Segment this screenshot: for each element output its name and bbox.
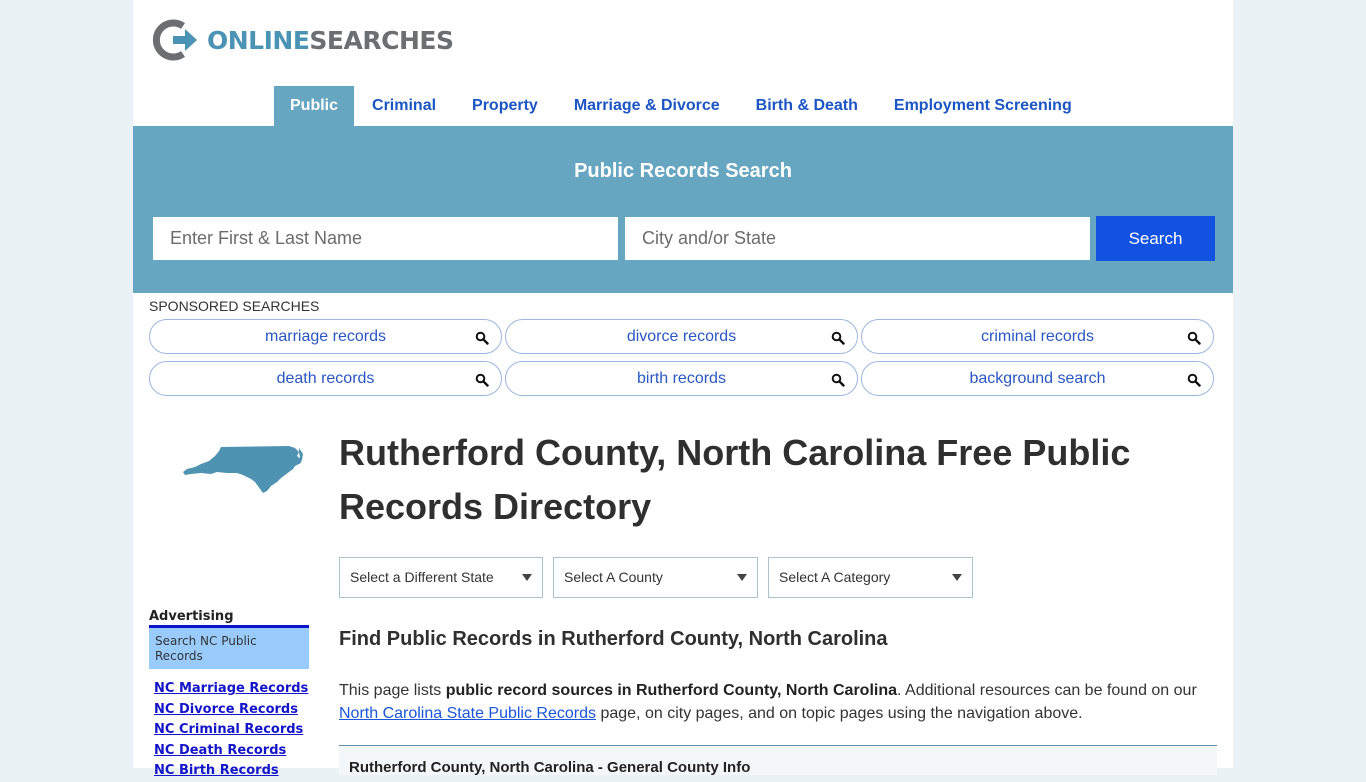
sidebar-link-nc-divorce-records[interactable]: NC Divorce Records	[154, 700, 308, 721]
pill-label: birth records	[637, 369, 726, 387]
pill-label: divorce records	[626, 327, 737, 345]
hero-title: Public Records Search	[574, 160, 792, 182]
sidebar-link-nc-death-records[interactable]: NC Death Records	[154, 741, 308, 762]
chevron-down-icon	[737, 574, 747, 581]
nav-tab-marriage-divorce[interactable]: Marriage & Divorce	[556, 86, 738, 126]
search-icon	[831, 331, 845, 345]
pill-label: marriage records	[265, 327, 386, 345]
sidebar-link-nc-birth-records[interactable]: NC Birth Records	[154, 761, 308, 782]
pill-label: criminal records	[981, 327, 1094, 345]
sponsored-search-background-search[interactable]: background search	[861, 361, 1214, 396]
search-icon	[1187, 373, 1201, 387]
page-container: ONLINESEARCHES Public Criminal Property …	[133, 0, 1233, 778]
page-title: Rutherford County, North Carolina Free P…	[339, 432, 1131, 527]
intro-bold-text: public record sources in Rutherford Coun…	[445, 682, 898, 699]
intro-paragraph: This page lists public record sources in…	[339, 680, 1219, 725]
chevron-down-icon	[952, 574, 962, 581]
logo-text: ONLINESEARCHES	[207, 25, 454, 55]
county-select[interactable]: Select A County	[553, 557, 758, 598]
sidebar-link-nc-criminal-records[interactable]: NC Criminal Records	[154, 720, 308, 741]
nc-state-records-link[interactable]: North Carolina State Public Records	[339, 705, 596, 722]
search-icon	[831, 373, 845, 387]
search-icon	[475, 331, 489, 345]
nav-tab-property[interactable]: Property	[454, 86, 556, 126]
north-carolina-map-image	[183, 446, 303, 493]
section-heading: Find Public Records in Rutherford County…	[339, 628, 888, 650]
intro-text: page, on city pages, and on topic pages …	[596, 704, 1083, 722]
nav-tab-employment-screening[interactable]: Employment Screening	[876, 86, 1090, 126]
sponsored-searches: marriage records divorce records crimina…	[149, 319, 1215, 396]
county-select-value: Select A County	[564, 569, 663, 585]
pill-label: background search	[969, 369, 1106, 387]
chevron-down-icon	[522, 574, 532, 581]
category-select[interactable]: Select A Category	[768, 557, 973, 598]
sponsored-search-criminal-records[interactable]: criminal records	[861, 319, 1214, 354]
ad-box[interactable]: Search NC Public Records	[149, 625, 309, 669]
advertising-label: Advertising	[149, 609, 234, 624]
intro-text: . Additional resources can be found on o…	[897, 682, 1197, 699]
main-nav: Public Criminal Property Marriage & Divo…	[274, 86, 1090, 126]
sidebar-links: NC Marriage Records NC Divorce Records N…	[154, 679, 308, 782]
search-icon	[1187, 331, 1201, 345]
city-state-input[interactable]	[625, 217, 1090, 260]
pill-label: death records	[276, 369, 375, 387]
sponsored-search-divorce-records[interactable]: divorce records	[505, 319, 858, 354]
nav-tab-criminal[interactable]: Criminal	[354, 86, 454, 126]
state-select-value: Select a Different State	[350, 569, 494, 585]
search-hero: Public Records Search Search	[133, 126, 1233, 293]
search-icon	[475, 373, 489, 387]
search-button[interactable]: Search	[1096, 216, 1215, 261]
intro-text: This page lists	[339, 682, 446, 699]
category-select-value: Select A Category	[779, 569, 891, 585]
nav-tab-birth-death[interactable]: Birth & Death	[738, 86, 876, 126]
sidebar-link-nc-marriage-records[interactable]: NC Marriage Records	[154, 679, 308, 700]
sponsored-search-marriage-records[interactable]: marriage records	[149, 319, 502, 354]
sponsored-search-birth-records[interactable]: birth records	[505, 361, 858, 396]
power-arrow-logo-icon	[153, 19, 197, 61]
state-select[interactable]: Select a Different State	[339, 557, 543, 598]
nav-tab-public[interactable]: Public	[274, 86, 355, 126]
sponsored-searches-label: SPONSORED SEARCHES	[149, 298, 320, 314]
general-county-info-box: Rutherford County, North Carolina - Gene…	[339, 745, 1217, 776]
sponsored-search-death-records[interactable]: death records	[149, 361, 502, 396]
site-logo[interactable]: ONLINESEARCHES	[153, 18, 454, 62]
name-input[interactable]	[153, 217, 618, 260]
